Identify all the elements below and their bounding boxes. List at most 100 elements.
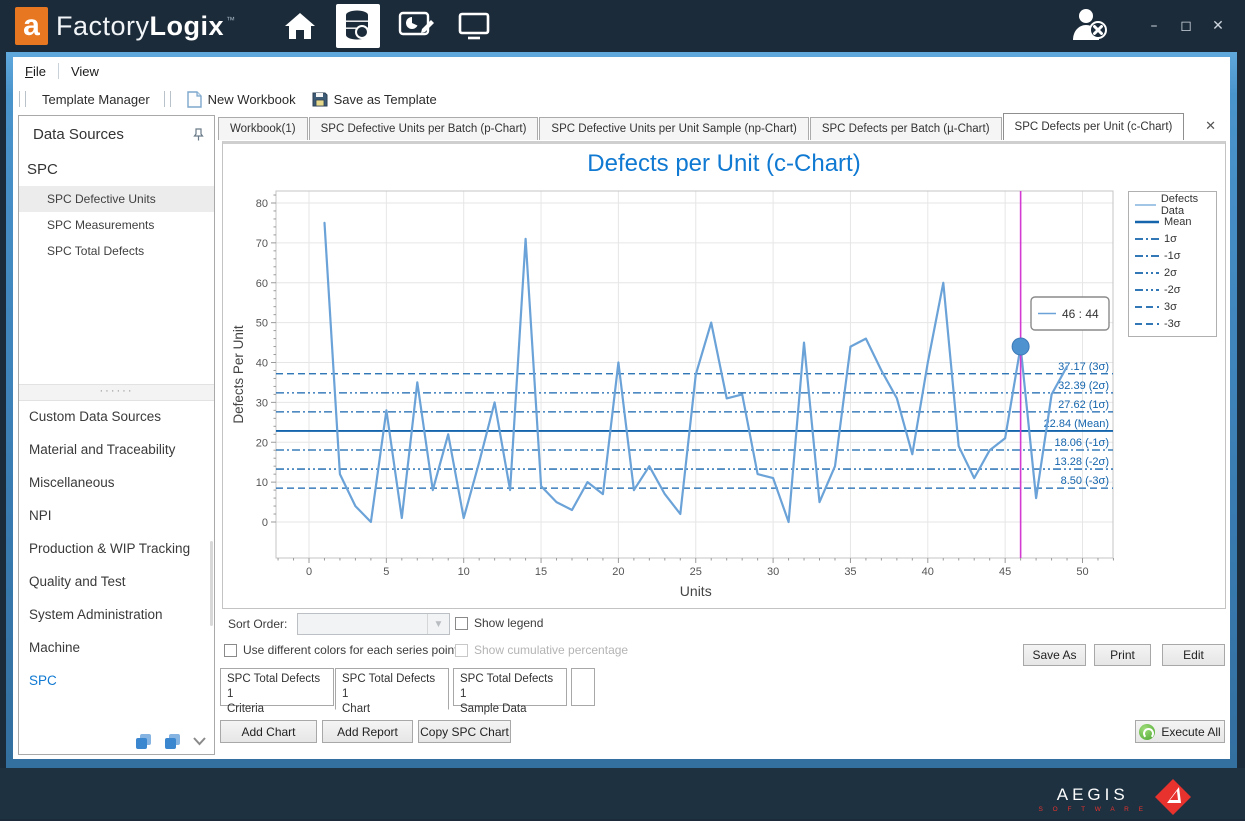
execute-all-button[interactable]: Execute All xyxy=(1135,720,1225,743)
aegis-logo: a xyxy=(15,7,48,45)
legend-line-sample xyxy=(1135,270,1159,276)
execute-icon xyxy=(1139,724,1155,740)
sidebar-group-spc[interactable]: SPC xyxy=(19,151,214,186)
minimize-button[interactable]: – xyxy=(1143,0,1165,52)
svg-text:80: 80 xyxy=(256,198,268,210)
sidebar-category-machine[interactable]: Machine xyxy=(19,631,214,664)
minimize-icon: – xyxy=(1151,18,1158,34)
tab-2[interactable]: SPC Defective Units per Unit Sample (np-… xyxy=(539,117,808,140)
sidebar-category-custom-data-sources[interactable]: Custom Data Sources xyxy=(19,400,214,433)
svg-text:45: 45 xyxy=(999,566,1011,578)
legend-label: -1σ xyxy=(1164,250,1181,262)
copy-spc-chart-button[interactable]: Copy SPC Chart xyxy=(418,720,511,743)
legend-label: Defects Data xyxy=(1161,193,1216,217)
sidebar-item-spc-defective-units[interactable]: SPC Defective Units xyxy=(19,186,214,212)
legend-line-sample xyxy=(1135,236,1159,242)
legend-item-1σ: 1σ xyxy=(1135,230,1216,247)
subtab-sample-data[interactable]: SPC Total Defects 1Sample Data xyxy=(453,668,567,706)
sidebar-item-spc-total-defects[interactable]: SPC Total Defects xyxy=(19,238,214,264)
maximize-button[interactable]: ◻ xyxy=(1175,0,1197,52)
data-browser-button[interactable] xyxy=(336,4,380,48)
checkbox-box xyxy=(455,644,468,657)
checkbox-box[interactable] xyxy=(224,644,237,657)
chart-title: Defects per Unit (c-Chart) xyxy=(223,150,1225,178)
svg-text:40: 40 xyxy=(256,358,268,370)
svg-text:5: 5 xyxy=(383,566,389,578)
tab-3[interactable]: SPC Defects per Batch (µ-Chart) xyxy=(810,117,1002,140)
svg-text:30: 30 xyxy=(256,397,268,409)
sidebar-header: Data Sources xyxy=(19,116,214,151)
chevron-down-icon[interactable] xyxy=(193,737,206,746)
save-as-button[interactable]: Save As xyxy=(1023,644,1086,666)
tab-1[interactable]: SPC Defective Units per Batch (p-Chart) xyxy=(309,117,539,140)
home-button[interactable] xyxy=(278,4,322,48)
menu-file[interactable]: File xyxy=(13,64,58,79)
tab-0[interactable]: Workbook(1) xyxy=(218,117,308,140)
show-legend-checkbox[interactable]: Show legend xyxy=(455,616,543,630)
sidebar-bottom-toolbar xyxy=(135,733,206,750)
new-workbook-button[interactable]: New Workbook xyxy=(179,91,304,108)
sort-order-label: Sort Order: xyxy=(228,617,287,631)
main-area: Workbook(1)SPC Defective Units per Batch… xyxy=(218,113,1230,759)
edit-button[interactable]: Edit xyxy=(1162,644,1225,666)
save-as-template-label: Save as Template xyxy=(334,92,437,107)
subtab-chart[interactable]: SPC Total Defects 1Chart xyxy=(335,668,449,710)
sidebar-item-spc-measurements[interactable]: SPC Measurements xyxy=(19,212,214,238)
sidebar-category-quality-and-test[interactable]: Quality and Test xyxy=(19,565,214,598)
svg-text:46 : 44: 46 : 44 xyxy=(1062,307,1099,321)
subtab-line2: Sample Data xyxy=(460,702,560,717)
checkbox-box[interactable] xyxy=(455,617,468,630)
tab-4-active[interactable]: SPC Defects per Unit (c-Chart) xyxy=(1003,113,1185,140)
titlebar-nav xyxy=(278,4,496,48)
sidebar-category-npi[interactable]: NPI xyxy=(19,499,214,532)
aegis-subtitle: S O F T W A R E xyxy=(1038,806,1147,813)
legend-item-defects-data: Defects Data xyxy=(1135,196,1216,213)
presentation-button[interactable] xyxy=(394,4,438,48)
sidebar-categories: Custom Data SourcesMaterial and Traceabi… xyxy=(19,400,214,697)
window-content: File View Template Manager New Workbook … xyxy=(13,57,1230,759)
brand-factory: Factory xyxy=(56,11,150,42)
legend-item--1σ: -1σ xyxy=(1135,247,1216,264)
legend-item--3σ: -3σ xyxy=(1135,315,1216,332)
sidebar-category-spc[interactable]: SPC xyxy=(19,664,214,697)
svg-text:25: 25 xyxy=(690,566,702,578)
print-button[interactable]: Print xyxy=(1094,644,1151,666)
add-report-button[interactable]: Add Report xyxy=(322,720,413,743)
add-chart-button[interactable]: Add Chart xyxy=(220,720,317,743)
brand-logix: Logix xyxy=(150,11,225,42)
sidebar-scrollbar[interactable] xyxy=(210,541,213,626)
svg-text:22.84 (Mean): 22.84 (Mean) xyxy=(1044,418,1109,430)
subtab-criteria[interactable]: SPC Total Defects 1Criteria xyxy=(220,668,334,706)
template-manager-label: Template Manager xyxy=(42,92,150,107)
legend-label: 1σ xyxy=(1164,233,1177,245)
app-brand: FactoryLogix™ xyxy=(56,11,236,42)
app-window: File View Template Manager New Workbook … xyxy=(6,52,1237,768)
user-signout-button[interactable] xyxy=(1069,8,1111,45)
chart-panel: Defects per Unit (c-Chart) 0510152025303… xyxy=(222,141,1226,609)
sidebar-category-material-and-traceability[interactable]: Material and Traceability xyxy=(19,433,214,466)
sort-order-select[interactable]: ▼ xyxy=(297,613,450,635)
svg-text:40: 40 xyxy=(922,566,934,578)
svg-text:20: 20 xyxy=(256,437,268,449)
save-as-template-button[interactable]: Save as Template xyxy=(304,91,445,107)
template-manager-button[interactable]: Template Manager xyxy=(34,92,158,107)
sidebar-splitter[interactable]: ······ xyxy=(19,384,214,401)
sidebar-category-production-wip-tracking[interactable]: Production & WIP Tracking xyxy=(19,532,214,565)
spc-c-chart[interactable]: 0510152025303540455001020304050607080Uni… xyxy=(229,188,1131,613)
monitor-button[interactable] xyxy=(452,4,496,48)
sidebar-data-sources: Data Sources SPC SPC Defective UnitsSPC … xyxy=(18,115,215,755)
pin-icon[interactable] xyxy=(193,128,204,141)
close-button[interactable]: ✕ xyxy=(1207,0,1229,52)
toolbar-grip xyxy=(19,91,26,107)
close-tab-icon[interactable]: ✕ xyxy=(1205,119,1216,134)
copy-stack-icon[interactable] xyxy=(164,733,181,750)
svg-text:27.62 (1σ): 27.62 (1σ) xyxy=(1058,399,1109,411)
use-different-colors-checkbox[interactable]: Use different colors for each series poi… xyxy=(224,643,458,657)
sidebar-category-miscellaneous[interactable]: Miscellaneous xyxy=(19,466,214,499)
menu-view[interactable]: View xyxy=(59,64,111,79)
sidebar-category-system-administration[interactable]: System Administration xyxy=(19,598,214,631)
legend-item-3σ: 3σ xyxy=(1135,298,1216,315)
copy-stack-icon[interactable] xyxy=(135,733,152,750)
subtab-stub[interactable] xyxy=(571,668,595,706)
svg-text:18.06 (-1σ): 18.06 (-1σ) xyxy=(1055,437,1109,449)
